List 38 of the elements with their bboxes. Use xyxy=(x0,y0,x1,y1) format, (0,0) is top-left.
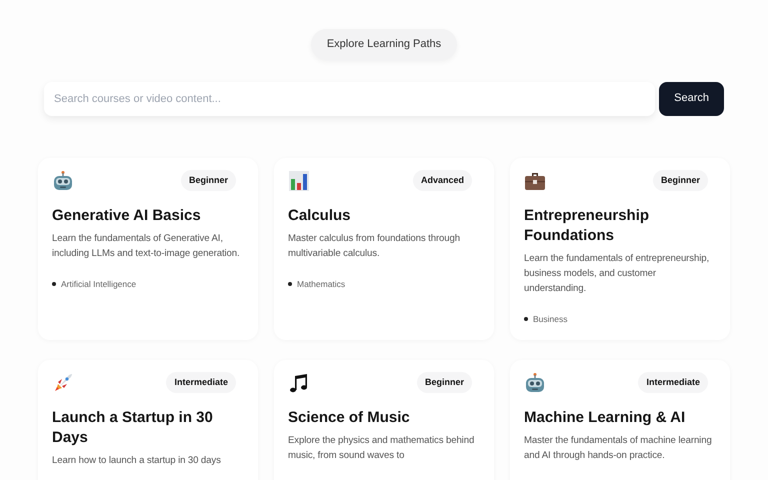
course-description: Master calculus from foundations through multivariable calculus. xyxy=(288,232,461,260)
level-badge: Beginner xyxy=(416,372,472,394)
level-badge: Advanced xyxy=(412,170,472,192)
music-note-icon xyxy=(288,372,310,394)
robot-icon xyxy=(524,372,546,394)
category-tag: Mathematics xyxy=(297,278,346,290)
course-title: Calculus xyxy=(288,206,352,226)
course-description: Explore the physics and mathematics behind music, from sound waves to xyxy=(288,434,476,462)
course-description: Learn the fundamentals of entrepreneurship, business models, and customer understanding. xyxy=(524,252,710,296)
bullet-icon xyxy=(288,282,292,286)
course-title: Entrepreneurship Foundations xyxy=(524,206,650,246)
course-description: Learn how to launch a startup in 30 days xyxy=(52,454,222,468)
search-button[interactable]: Search xyxy=(659,82,724,116)
course-card[interactable]: Beginner Entrepreneurship Foundations Learn the fundamentals of entrepreneurship, business models, and customer understanding. Business xyxy=(510,158,730,340)
course-card[interactable]: Beginner Science of Music Explore the physics and mathematics behind music, from sound waves to xyxy=(274,360,494,480)
bar-chart-icon xyxy=(288,170,310,192)
course-card[interactable]: Beginner Generative AI Basics Learn the fundamentals of Generative AI, including LLMs and text-to-image generation. Artificial Intelligence xyxy=(38,158,258,340)
search-field[interactable]: Search courses or video content... xyxy=(44,82,656,116)
category-tag: Artificial Intelligence xyxy=(61,278,136,290)
bullet-icon xyxy=(524,316,528,321)
course-title: Machine Learning & AI xyxy=(524,408,686,428)
category-tag: Business xyxy=(533,312,568,326)
course-card[interactable]: Intermediate Machine Learning & AI Master the fundamentals of machine learning and AI through hands-on practice. xyxy=(510,360,730,480)
course-title: Science of Music xyxy=(288,408,411,428)
rocket-icon xyxy=(52,372,74,394)
level-badge: Intermediate xyxy=(166,372,236,394)
level-badge: Beginner xyxy=(652,170,708,192)
level-badge: Beginner xyxy=(180,170,236,192)
section-label: Explore Learning Paths xyxy=(310,29,458,60)
bullet-icon xyxy=(52,282,56,286)
course-title: Generative AI Basics xyxy=(52,206,202,226)
course-card[interactable]: Intermediate Launch a Startup in 30 Days Learn how to launch a startup in 30 days xyxy=(38,360,258,480)
robot-icon xyxy=(52,170,74,192)
level-badge: Intermediate xyxy=(638,372,708,394)
course-card[interactable]: Advanced Calculus Master calculus from foundations through multivariable calculus. Mathematics xyxy=(274,158,494,340)
course-description: Master the fundamentals of machine learning and AI through hands-on practice. xyxy=(524,434,713,462)
course-description: Learn the fundamentals of Generative AI, including LLMs and text-to-image generation. xyxy=(52,232,241,260)
course-title: Launch a Startup in 30 Days xyxy=(52,408,214,448)
